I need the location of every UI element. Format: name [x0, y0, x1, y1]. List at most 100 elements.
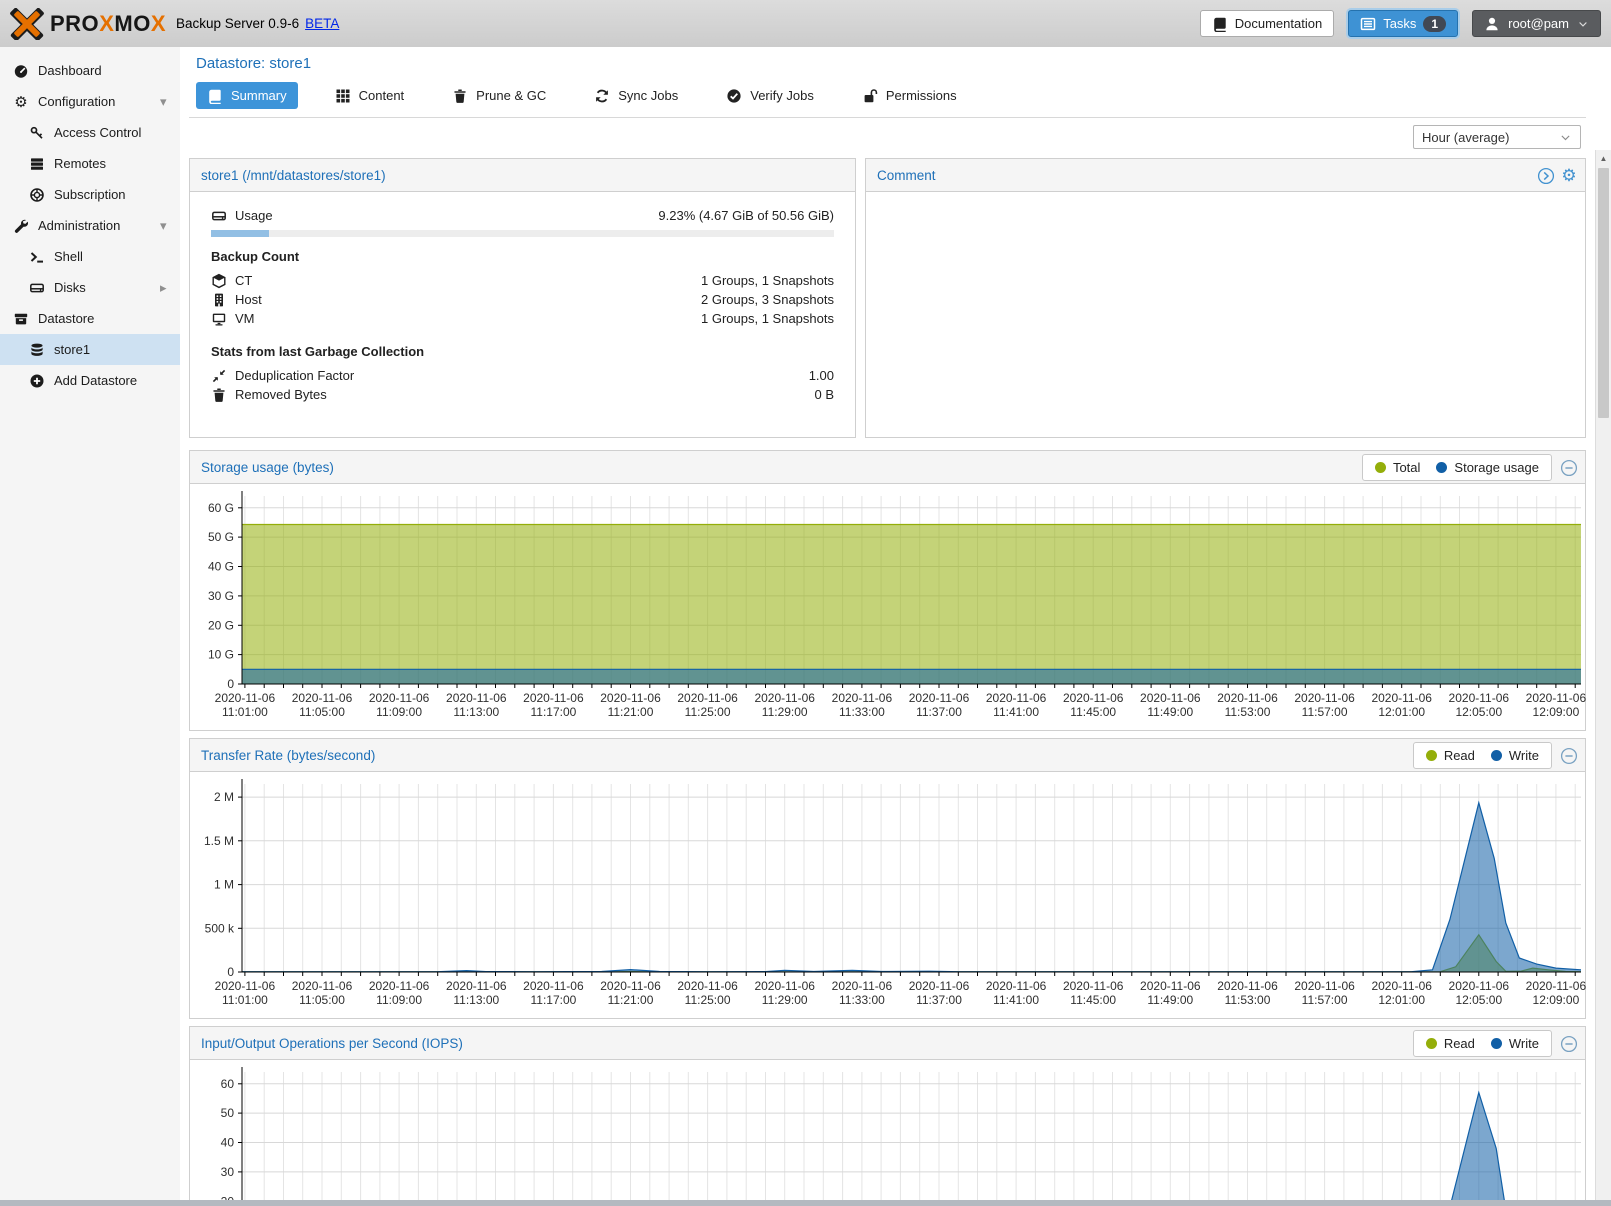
documentation-label: Documentation [1235, 16, 1322, 31]
comment-panel-body[interactable] [866, 192, 1585, 438]
expand-comment-icon[interactable] [1537, 167, 1555, 185]
key-icon [29, 125, 45, 141]
sidebar-item-datastore[interactable]: Datastore [0, 303, 180, 334]
tachometer-icon [13, 63, 29, 79]
legend-item-total[interactable]: Total [1375, 460, 1420, 475]
brand-wordmark: PROXMOX [50, 11, 166, 37]
monitor-icon [211, 311, 227, 327]
svg-text:60 G: 60 G [208, 501, 234, 515]
comment-panel-title: Comment [877, 168, 936, 183]
sidebar-item-disks[interactable]: Disks▸ [0, 272, 180, 303]
vertical-scrollbar[interactable]: ▲ [1595, 150, 1611, 1200]
tab-permissions[interactable]: Permissions [851, 82, 968, 109]
sidebar-item-access-control[interactable]: Access Control [0, 117, 180, 148]
svg-text:2020-11-06: 2020-11-06 [1063, 979, 1124, 993]
bottom-window-edge [0, 1200, 1611, 1206]
svg-text:11:29:00: 11:29:00 [762, 993, 808, 1007]
svg-text:12:01:00: 12:01:00 [1378, 993, 1425, 1007]
svg-text:2020-11-06: 2020-11-06 [1063, 691, 1124, 705]
svg-text:30: 30 [221, 1165, 235, 1179]
svg-text:2020-11-06: 2020-11-06 [523, 691, 584, 705]
legend-dot-icon [1436, 462, 1447, 473]
timeframe-select[interactable]: Hour (average) [1413, 125, 1581, 149]
user-menu-button[interactable]: root@pam [1472, 10, 1601, 37]
sidebar-item-configuration[interactable]: ⚙Configuration▾ [0, 86, 180, 117]
tab-verify-jobs[interactable]: Verify Jobs [715, 82, 825, 109]
sidebar-item-label: Remotes [54, 156, 172, 171]
legend-item-read[interactable]: Read [1426, 748, 1475, 763]
tasks-button[interactable]: Tasks 1 [1348, 10, 1458, 37]
svg-text:0: 0 [227, 677, 234, 691]
beta-link[interactable]: BETA [305, 16, 339, 31]
svg-text:2020-11-06: 2020-11-06 [1449, 691, 1510, 705]
chevron-down-icon [1577, 18, 1589, 30]
proxmox-x-icon [10, 8, 44, 40]
user-label: root@pam [1508, 16, 1569, 31]
stat-row-removed-bytes: Removed Bytes0 B [211, 385, 834, 404]
stat-row-ct: CT1 Groups, 1 Snapshots [211, 271, 834, 290]
collapse-panel-icon[interactable] [1560, 747, 1578, 765]
store1-panel-title: store1 (/mnt/datastores/store1) [201, 168, 386, 183]
legend-item-read[interactable]: Read [1426, 1036, 1475, 1051]
transfer-rate-chart: 0500 k1 M1.5 M2 M2020-11-0611:01:002020-… [192, 775, 1587, 1015]
svg-text:11:53:00: 11:53:00 [1225, 705, 1271, 719]
svg-text:11:17:00: 11:17:00 [530, 993, 576, 1007]
scrollbar-up-arrow-icon[interactable]: ▲ [1596, 150, 1611, 166]
collapse-panel-icon[interactable] [1560, 1035, 1578, 1053]
legend-item-storage-usage[interactable]: Storage usage [1436, 460, 1539, 475]
storage-usage-chart: 010 G20 G30 G40 G50 G60 G2020-11-0611:01… [192, 487, 1587, 727]
tab-label: Summary [231, 88, 287, 103]
tab-summary[interactable]: Summary [196, 82, 298, 109]
iops-panel: Input/Output Operations per Second (IOPS… [189, 1026, 1586, 1206]
sidebar-item-shell[interactable]: Shell [0, 241, 180, 272]
collapse-caret-icon[interactable]: ▾ [160, 218, 172, 234]
sidebar-item-subscription[interactable]: Subscription [0, 179, 180, 210]
stat-label: Removed Bytes [235, 387, 806, 402]
stat-value: 1 Groups, 1 Snapshots [701, 273, 834, 288]
svg-text:11:29:00: 11:29:00 [762, 705, 808, 719]
sidebar-item-store1[interactable]: store1 [0, 334, 180, 365]
scrollbar-thumb[interactable] [1598, 168, 1609, 418]
svg-text:2020-11-06: 2020-11-06 [446, 979, 507, 993]
svg-text:2020-11-06: 2020-11-06 [1294, 979, 1355, 993]
svg-text:2020-11-06: 2020-11-06 [369, 979, 430, 993]
documentation-button[interactable]: Documentation [1200, 10, 1334, 37]
building-icon [211, 292, 227, 308]
svg-text:2020-11-06: 2020-11-06 [215, 979, 276, 993]
sidebar-item-add-datastore[interactable]: Add Datastore [0, 365, 180, 396]
comment-panel: Comment ⚙ [865, 158, 1586, 438]
tab-bar: Summary Content Prune & GC Sync Jobs Verify … [189, 78, 1586, 118]
svg-text:11:13:00: 11:13:00 [453, 705, 499, 719]
tab-content[interactable]: Content [324, 82, 416, 109]
usage-row: Usage 9.23% (4.67 GiB of 50.56 GiB) [211, 206, 834, 225]
svg-text:11:21:00: 11:21:00 [608, 993, 654, 1007]
svg-text:2020-11-06: 2020-11-06 [292, 691, 353, 705]
collapse-panel-icon[interactable] [1560, 459, 1578, 477]
storage-usage-panel-title: Storage usage (bytes) [201, 460, 334, 475]
sync-icon [594, 88, 610, 104]
sidebar-item-administration[interactable]: Administration▾ [0, 210, 180, 241]
svg-text:11:25:00: 11:25:00 [685, 705, 731, 719]
expand-chevron-icon[interactable]: ▸ [160, 280, 172, 296]
svg-text:12:09:00: 12:09:00 [1533, 993, 1580, 1007]
legend-dot-icon [1426, 1038, 1437, 1049]
svg-text:11:57:00: 11:57:00 [1302, 993, 1348, 1007]
tab-prune-gc[interactable]: Prune & GC [441, 82, 557, 109]
usage-progress-bar [211, 230, 834, 237]
svg-text:2020-11-06: 2020-11-06 [754, 979, 815, 993]
usage-disk-icon [211, 208, 227, 224]
svg-text:2020-11-06: 2020-11-06 [600, 691, 661, 705]
backup-count-heading: Backup Count [211, 249, 834, 264]
tab-sync-jobs[interactable]: Sync Jobs [583, 82, 689, 109]
svg-text:2020-11-06: 2020-11-06 [1371, 691, 1432, 705]
svg-text:1.5 M: 1.5 M [204, 834, 234, 848]
comment-settings-gear-icon[interactable]: ⚙ [1561, 167, 1577, 185]
legend-item-write[interactable]: Write [1491, 748, 1539, 763]
legend-item-write[interactable]: Write [1491, 1036, 1539, 1051]
tab-label: Prune & GC [476, 88, 546, 103]
documentation-icon [1212, 16, 1228, 32]
sidebar-item-dashboard[interactable]: Dashboard [0, 55, 180, 86]
sidebar-item-remotes[interactable]: Remotes [0, 148, 180, 179]
collapse-caret-icon[interactable]: ▾ [160, 94, 172, 110]
svg-text:11:53:00: 11:53:00 [1225, 993, 1271, 1007]
